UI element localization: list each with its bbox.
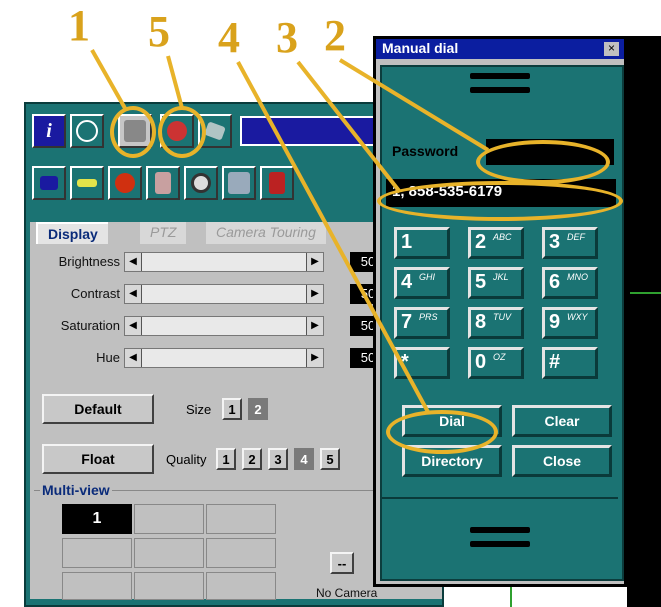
callout-lines — [90, 49, 490, 413]
leader-line-4 — [236, 61, 430, 413]
leader-line-1 — [90, 49, 128, 111]
leader-line-3 — [296, 60, 402, 194]
leader-line-2 — [338, 58, 490, 152]
leader-line-5 — [166, 55, 184, 109]
